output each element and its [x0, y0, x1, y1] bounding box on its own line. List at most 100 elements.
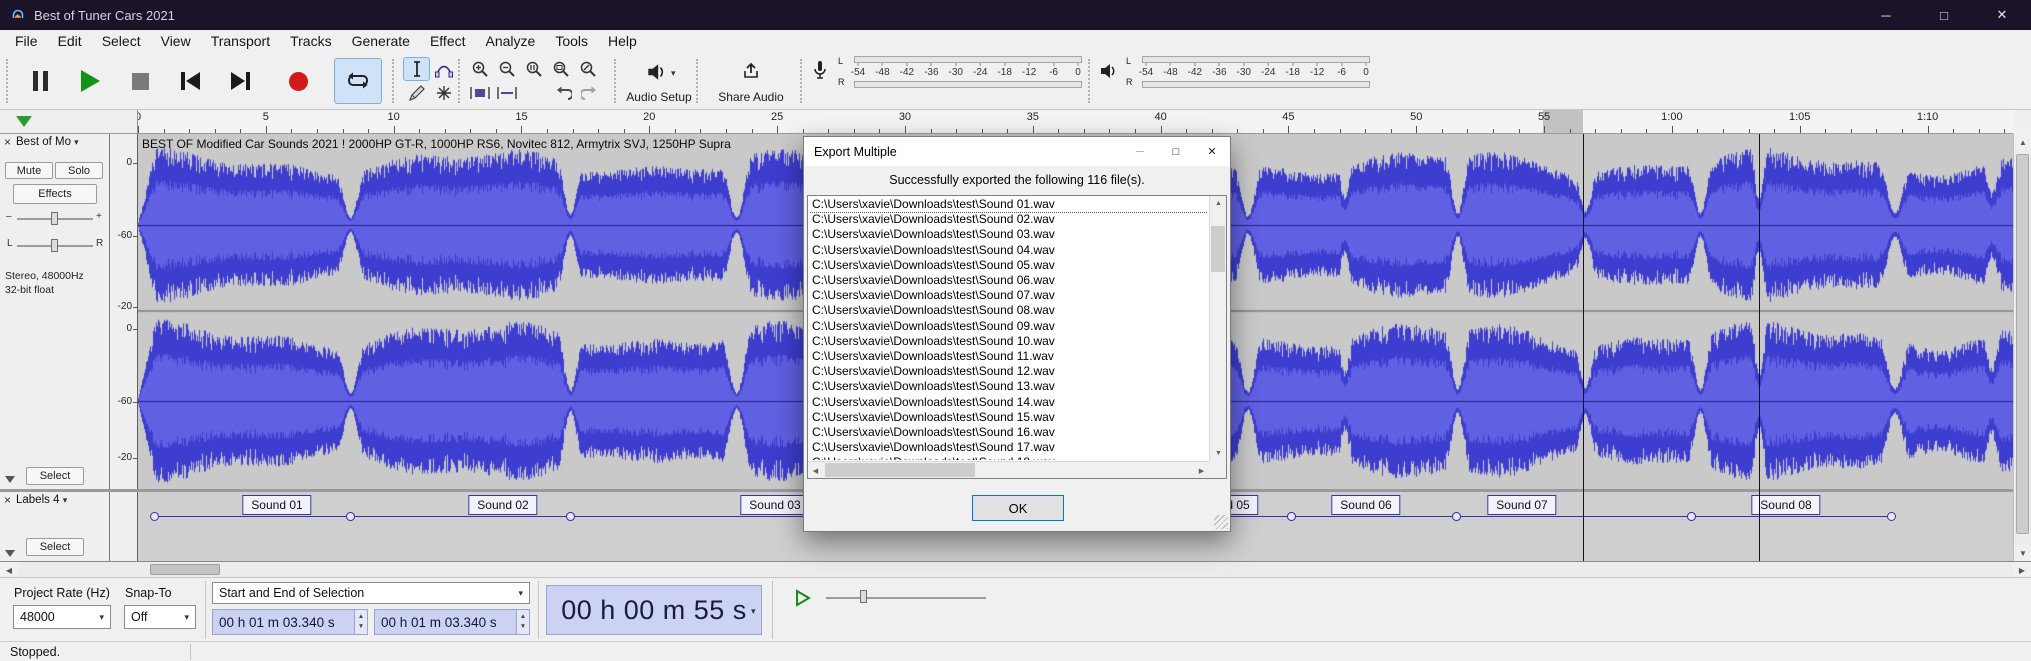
- selection-tool-button[interactable]: [403, 57, 430, 81]
- track-close-icon[interactable]: ×: [4, 493, 11, 507]
- audio-position-display[interactable]: 00 h 00 m 55 s ▾: [546, 585, 762, 635]
- exported-file-item[interactable]: C:\Users\xavie\Downloads\test\Sound 12.w…: [809, 364, 1208, 379]
- menu-select[interactable]: Select: [92, 31, 151, 51]
- label-text[interactable]: Sound 02: [468, 495, 538, 515]
- exported-file-item[interactable]: C:\Users\xavie\Downloads\test\Sound 01.w…: [809, 197, 1208, 214]
- pan-slider-thumb[interactable]: [51, 239, 58, 252]
- dialog-close-button[interactable]: ✕: [1194, 137, 1230, 166]
- scroll-left-icon[interactable]: ◀: [808, 462, 823, 479]
- exported-file-item[interactable]: C:\Users\xavie\Downloads\test\Sound 14.w…: [809, 395, 1208, 410]
- zoom-out-button[interactable]: [493, 57, 520, 81]
- scroll-up-icon[interactable]: ▲: [1210, 196, 1227, 211]
- toolbar-grip[interactable]: [1088, 59, 1092, 103]
- label-text[interactable]: Sound 06: [1331, 495, 1401, 515]
- horizontal-scroll-thumb[interactable]: [150, 564, 220, 575]
- exported-file-item[interactable]: C:\Users\xavie\Downloads\test\Sound 02.w…: [809, 212, 1208, 227]
- menu-file[interactable]: File: [5, 31, 48, 51]
- label-handle[interactable]: [1452, 512, 1461, 521]
- close-button[interactable]: ✕: [1973, 0, 2031, 30]
- label-text[interactable]: Sound 07: [1487, 495, 1557, 515]
- trim-audio-button[interactable]: [466, 81, 493, 105]
- menu-tools[interactable]: Tools: [545, 31, 598, 51]
- zoom-toggle-button[interactable]: [574, 57, 601, 81]
- vertical-scroll-thumb[interactable]: [2016, 154, 2029, 534]
- exported-file-item[interactable]: C:\Users\xavie\Downloads\test\Sound 11.w…: [809, 349, 1208, 364]
- menu-help[interactable]: Help: [598, 31, 647, 51]
- label-text[interactable]: Sound 08: [1751, 495, 1821, 515]
- gain-slider-thumb[interactable]: [51, 212, 58, 225]
- exported-file-item[interactable]: C:\Users\xavie\Downloads\test\Sound 17.w…: [809, 440, 1208, 455]
- track-close-icon[interactable]: ×: [4, 135, 11, 149]
- scroll-up-icon[interactable]: ▲: [2014, 134, 2031, 150]
- redo-button[interactable]: [576, 81, 603, 105]
- list-vertical-scrollbar[interactable]: ▲ ▼: [1209, 196, 1226, 461]
- list-vscroll-thumb[interactable]: [1211, 226, 1225, 272]
- stop-button[interactable]: [116, 58, 164, 104]
- scroll-right-icon[interactable]: ▶: [1194, 462, 1209, 479]
- label-text[interactable]: Sound 01: [242, 495, 312, 515]
- menu-effect[interactable]: Effect: [420, 31, 476, 51]
- resize-grip-icon[interactable]: [1214, 515, 1228, 529]
- exported-file-item[interactable]: C:\Users\xavie\Downloads\test\Sound 03.w…: [809, 227, 1208, 242]
- exported-file-item[interactable]: C:\Users\xavie\Downloads\test\Sound 08.w…: [809, 303, 1208, 318]
- exported-file-item[interactable]: C:\Users\xavie\Downloads\test\Sound 13.w…: [809, 379, 1208, 394]
- menu-transport[interactable]: Transport: [201, 31, 280, 51]
- collapse-icon[interactable]: [5, 476, 15, 483]
- play-speed-thumb[interactable]: [860, 590, 867, 603]
- snap-to-combo[interactable]: Off ▾: [124, 605, 196, 629]
- horizontal-scrollbar[interactable]: ◀ ▶: [0, 561, 2031, 578]
- menu-edit[interactable]: Edit: [48, 31, 92, 51]
- label-handle[interactable]: [566, 512, 575, 521]
- loop-button[interactable]: [334, 58, 382, 104]
- label-handle[interactable]: [346, 512, 355, 521]
- scroll-down-icon[interactable]: ▼: [2014, 545, 2031, 561]
- effects-button[interactable]: Effects: [13, 184, 97, 204]
- exported-file-item[interactable]: C:\Users\xavie\Downloads\test\Sound 10.w…: [809, 334, 1208, 349]
- ok-button[interactable]: OK: [972, 495, 1064, 521]
- vertical-db-ruler[interactable]: 0 -60 -20 0 -60 -20: [110, 134, 138, 489]
- skip-to-start-button[interactable]: [166, 58, 214, 104]
- vertical-scrollbar[interactable]: ▲ ▼: [2013, 134, 2031, 561]
- label-handle[interactable]: [1887, 512, 1896, 521]
- spinner-icon[interactable]: ▲ ▼: [354, 610, 367, 634]
- spinner-icon[interactable]: ▲ ▼: [516, 610, 529, 634]
- timeline-pin-icon[interactable]: [16, 116, 32, 127]
- play-speed-slider[interactable]: [826, 597, 986, 599]
- scroll-down-icon[interactable]: ▼: [1210, 446, 1227, 461]
- scroll-left-icon[interactable]: ◀: [0, 562, 18, 578]
- toolbar-grip[interactable]: [392, 59, 396, 103]
- recording-meter[interactable]: LR -54 -48 -42 -36 -30 -24 -18 -12 -6 0: [808, 54, 1088, 90]
- fit-project-button[interactable]: [547, 57, 574, 81]
- menu-generate[interactable]: Generate: [342, 31, 420, 51]
- exported-file-item[interactable]: C:\Users\xavie\Downloads\test\Sound 05.w…: [809, 258, 1208, 273]
- multi-tool-button[interactable]: [430, 81, 457, 105]
- mute-button[interactable]: Mute: [5, 162, 53, 179]
- list-horizontal-scrollbar[interactable]: ◀ ▶: [808, 461, 1209, 478]
- exported-file-item[interactable]: C:\Users\xavie\Downloads\test\Sound 16.w…: [809, 425, 1208, 440]
- label-handle[interactable]: [1287, 512, 1296, 521]
- undo-button[interactable]: [549, 81, 576, 105]
- minimize-button[interactable]: ─: [1857, 0, 1915, 30]
- exported-file-item[interactable]: C:\Users\xavie\Downloads\test\Sound 18.w…: [809, 455, 1208, 460]
- toolbar-grip[interactable]: [800, 59, 804, 103]
- toolbar-grip[interactable]: [458, 59, 462, 103]
- labels-track-name[interactable]: Labels 4 ▾: [16, 494, 67, 506]
- exported-file-item[interactable]: C:\Users\xavie\Downloads\test\Sound 06.w…: [809, 273, 1208, 288]
- exported-file-item[interactable]: C:\Users\xavie\Downloads\test\Sound 04.w…: [809, 243, 1208, 258]
- project-rate-combo[interactable]: 48000 ▾: [13, 605, 111, 629]
- toolbar-grip[interactable]: [6, 59, 10, 103]
- dialog-maximize-button[interactable]: □: [1158, 137, 1194, 166]
- pause-button[interactable]: [16, 58, 64, 104]
- toolbar-grip[interactable]: [614, 59, 618, 103]
- menu-analyze[interactable]: Analyze: [476, 31, 546, 51]
- play-at-speed-button[interactable]: [790, 587, 816, 609]
- audio-setup-button[interactable]: ▾ Audio Setup: [620, 56, 696, 106]
- labels-select-button[interactable]: Select: [26, 538, 84, 556]
- selection-start-field[interactable]: 00 h 01 m 03.340 s ▲ ▼: [212, 609, 368, 635]
- menu-view[interactable]: View: [151, 31, 201, 51]
- fit-selection-button[interactable]: [520, 57, 547, 81]
- exported-files-list[interactable]: C:\Users\xavie\Downloads\test\Sound 01.w…: [807, 195, 1227, 479]
- exported-file-item[interactable]: C:\Users\xavie\Downloads\test\Sound 09.w…: [809, 319, 1208, 334]
- silence-audio-button[interactable]: [493, 81, 520, 105]
- selection-mode-combo[interactable]: Start and End of Selection ▾: [212, 582, 530, 604]
